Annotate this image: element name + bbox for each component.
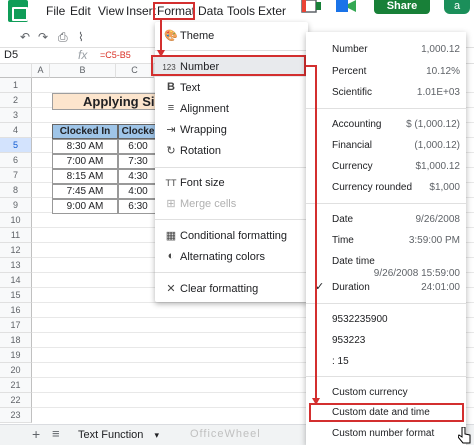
annotation-arrows	[157, 20, 320, 405]
arrowhead-icon	[157, 50, 165, 57]
arrow-number-to-custom-date	[306, 65, 317, 398]
pointer-cursor-icon	[458, 427, 471, 444]
spreadsheet-app: File Edit View Insert Format Data Tools …	[0, 0, 474, 445]
arrowhead-icon	[312, 398, 320, 405]
